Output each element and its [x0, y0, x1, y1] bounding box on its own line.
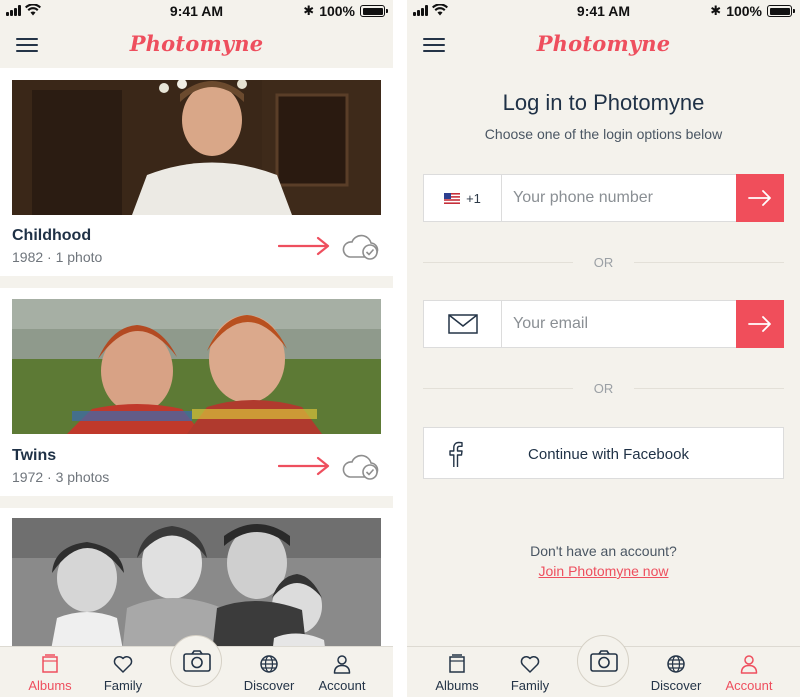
battery-icon [360, 5, 388, 17]
albums-list[interactable]: Childhood 1982 · 1 photo Twins 1972 · 3 … [0, 68, 393, 646]
camera-icon [183, 650, 211, 672]
tab-discover[interactable]: Discover [234, 653, 304, 693]
tab-label: Discover [243, 678, 295, 693]
tab-label: Discover [650, 678, 702, 693]
battery-percent: 100% [319, 3, 355, 19]
nav-bar: Photomyne [0, 22, 393, 68]
album-card-childhood[interactable]: Childhood 1982 · 1 photo [0, 68, 393, 276]
arrow-right-icon [748, 316, 771, 332]
cloud-synced-icon[interactable] [340, 231, 382, 261]
tab-label: Family [103, 678, 143, 693]
tab-family[interactable]: Family [495, 653, 565, 693]
album-cover-photo[interactable] [12, 299, 381, 434]
heart-icon [520, 656, 540, 673]
albums-icon [42, 654, 58, 673]
status-bar: 9:41 AM ✱ 100% [0, 0, 393, 22]
person-icon [333, 655, 351, 674]
bluetooth-icon: ✱ [710, 3, 722, 18]
app-logo: Photomyne [129, 31, 264, 56]
facebook-login-button[interactable]: Continue with Facebook [423, 427, 784, 479]
album-title: Twins [12, 447, 57, 464]
facebook-label: Continue with Facebook [528, 446, 689, 463]
country-code: +1 [466, 190, 481, 206]
album-meta: 1972 · 3 photos [12, 469, 110, 485]
app-logo: Photomyne [536, 31, 671, 56]
camera-button[interactable] [577, 635, 629, 687]
tab-label: Account [318, 678, 366, 693]
email-icon-cell [424, 301, 502, 347]
login-subtitle: Choose one of the login options below [484, 126, 723, 142]
login-screen: 9:41 AM ✱ 100% Photomyne Log in to Photo… [407, 0, 800, 697]
albums-icon [449, 654, 465, 673]
bluetooth-icon: ✱ [303, 3, 315, 18]
tab-discover[interactable]: Discover [641, 653, 711, 693]
tab-label: Albums [435, 678, 479, 693]
us-flag-icon [444, 192, 461, 204]
login-title: Log in to Photomyne [502, 90, 705, 115]
envelope-icon [447, 314, 478, 334]
status-bar: 9:41 AM ✱ 100% [407, 0, 800, 22]
album-card-twins[interactable]: Twins 1972 · 3 photos [0, 288, 393, 496]
albums-screen: 9:41 AM ✱ 100% Photomyne Childhood 1982 … [0, 0, 393, 697]
tab-bar: Albums Family Discover Account [0, 635, 393, 697]
email-submit-button[interactable] [736, 300, 784, 348]
album-title: Childhood [12, 227, 92, 244]
country-code-selector[interactable]: +1 [424, 175, 502, 221]
arrow-annotation-icon [278, 456, 330, 476]
cloud-synced-icon[interactable] [340, 451, 382, 481]
or-divider: OR [423, 381, 784, 396]
tab-account[interactable]: Account [307, 653, 377, 693]
tab-albums[interactable]: Albums [422, 653, 492, 693]
album-meta: 1982 · 1 photo [12, 249, 103, 265]
battery-icon [767, 5, 795, 17]
tab-label: Albums [28, 678, 72, 693]
phone-input[interactable] [502, 175, 735, 221]
album-cover-photo[interactable] [12, 80, 381, 215]
battery-percent: 100% [726, 3, 762, 19]
tab-label: Family [510, 678, 550, 693]
globe-icon [260, 655, 278, 673]
arrow-right-icon [748, 190, 771, 206]
email-input[interactable] [502, 301, 735, 347]
heart-icon [113, 656, 133, 673]
screen-divider [393, 0, 407, 697]
phone-login-row: +1 [423, 174, 784, 222]
tab-account[interactable]: Account [714, 653, 784, 693]
tab-albums[interactable]: Albums [15, 653, 85, 693]
nav-bar: Photomyne [407, 22, 800, 68]
tab-family[interactable]: Family [88, 653, 158, 693]
arrow-annotation-icon [278, 236, 330, 256]
camera-icon [590, 650, 618, 672]
album-cover-photo[interactable] [12, 518, 381, 646]
tab-bar: Albums Family Discover Account [407, 635, 800, 697]
camera-button[interactable] [170, 635, 222, 687]
or-divider: OR [423, 255, 784, 270]
phone-submit-button[interactable] [736, 174, 784, 222]
no-account-text: Don't have an account? [530, 543, 677, 559]
tab-label: Account [725, 678, 773, 693]
globe-icon [667, 655, 685, 673]
person-icon [740, 655, 758, 674]
email-login-row [423, 300, 784, 348]
album-card-family[interactable] [0, 508, 393, 646]
join-link[interactable]: Join Photomyne now [407, 563, 800, 579]
